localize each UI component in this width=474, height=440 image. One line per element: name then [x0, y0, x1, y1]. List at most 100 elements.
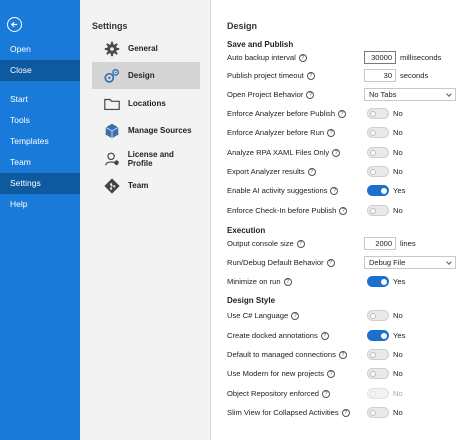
nav-tools[interactable]: Tools [0, 110, 80, 131]
nav-open[interactable]: Open [0, 39, 80, 60]
analyzer-run-toggle[interactable] [367, 127, 389, 138]
help-icon[interactable]: ? [322, 389, 331, 398]
category-general[interactable]: General [92, 35, 200, 62]
toggle-state: No [393, 148, 403, 157]
export-analyzer-toggle[interactable] [367, 166, 389, 177]
help-icon[interactable]: ? [330, 186, 339, 195]
gear-icon [102, 39, 122, 59]
category-label: Design [128, 71, 155, 80]
user-icon [102, 149, 122, 169]
help-icon[interactable]: ? [327, 369, 336, 378]
category-label: General [128, 44, 158, 53]
help-icon[interactable]: ? [320, 331, 329, 340]
row-label: Enforce Check-In before Publish [227, 206, 337, 215]
row-label: Publish project timeout [227, 71, 304, 80]
help-icon[interactable]: ? [341, 408, 350, 417]
toggle-state: No [393, 408, 403, 417]
settings-categories: Settings General Design Locations Manage… [80, 0, 211, 440]
row-label: Enable AI activity suggestions [227, 186, 328, 195]
minimize-toggle[interactable] [367, 276, 389, 287]
toggle-state: No [393, 167, 403, 176]
back-arrow-icon[interactable] [7, 17, 22, 32]
section-save-publish: Save and Publish [227, 40, 294, 49]
toggle-state: No [393, 389, 403, 398]
help-icon[interactable]: ? [338, 350, 347, 359]
toggle-state: No [393, 369, 403, 378]
docked-annotations-toggle[interactable] [367, 330, 389, 341]
row-minimize: Minimize on run? Yes [227, 276, 467, 290]
category-label: Team [128, 181, 149, 190]
help-icon[interactable]: ? [298, 53, 307, 62]
help-icon[interactable]: ? [306, 90, 315, 99]
row-label: Object Repository enforced [227, 389, 320, 398]
row-modern: Use Modern for new projects? No [227, 368, 467, 382]
nav-templates[interactable]: Templates [0, 131, 80, 152]
modern-toggle[interactable] [367, 368, 389, 379]
row-analyze-rpa: Analyze RPA XAML Files Only? No [227, 147, 467, 161]
help-icon[interactable]: ? [326, 258, 335, 267]
category-design[interactable]: Design [92, 62, 200, 89]
row-label: Export Analyzer results [227, 167, 305, 176]
row-open-behavior: Open Project Behavior? No Tabs [227, 88, 467, 103]
nav-help[interactable]: Help [0, 194, 80, 215]
category-locations[interactable]: Locations [92, 90, 200, 117]
toggle-state: Yes [393, 331, 406, 340]
settings-heading: Settings [92, 21, 128, 31]
csharp-toggle[interactable] [367, 310, 389, 321]
row-object-repository: Object Repository enforced? No [227, 388, 467, 402]
row-label: Run/Debug Default Behavior [227, 258, 324, 267]
row-publish-timeout: Publish project timeout? 30 seconds [227, 69, 467, 84]
page-title: Design [227, 21, 258, 31]
category-manage-sources[interactable]: Manage Sources [92, 117, 200, 144]
help-icon[interactable]: ? [283, 277, 292, 286]
row-label: Create docked annotations [227, 331, 318, 340]
row-managed-connections: Default to managed connections? No [227, 349, 467, 363]
open-behavior-select[interactable]: No Tabs [364, 88, 456, 101]
section-design-style: Design Style [227, 296, 276, 305]
row-label: Enforce Analyzer before Publish [227, 109, 336, 118]
chevron-down-icon [446, 259, 452, 265]
package-icon [102, 121, 122, 141]
category-license-profile[interactable]: License and Profile [92, 145, 200, 172]
help-icon[interactable]: ? [307, 167, 316, 176]
toggle-state: No [393, 206, 403, 215]
slim-view-toggle[interactable] [367, 407, 389, 418]
nav-team[interactable]: Team [0, 152, 80, 173]
managed-connections-toggle[interactable] [367, 349, 389, 360]
unit-label: seconds [400, 71, 429, 80]
category-team[interactable]: Team [92, 172, 200, 199]
publish-timeout-input[interactable]: 30 [364, 69, 396, 82]
toggle-state: No [393, 109, 403, 118]
toggle-state: Yes [393, 277, 406, 286]
toggle-state: No [393, 311, 403, 320]
help-icon[interactable]: ? [291, 311, 300, 320]
git-icon [102, 176, 122, 196]
row-label: Minimize on run [227, 277, 281, 286]
help-icon[interactable]: ? [306, 71, 315, 80]
backstage-nav: Open Close Start Tools Templates Team Se… [0, 0, 80, 440]
section-execution: Execution [227, 226, 266, 235]
help-icon[interactable]: ? [296, 239, 305, 248]
help-icon[interactable]: ? [332, 148, 341, 157]
analyzer-publish-toggle[interactable] [367, 108, 389, 119]
design-panel: Design Save and Publish Auto backup inte… [212, 0, 474, 440]
nav-start[interactable]: Start [0, 89, 80, 110]
auto-backup-input[interactable]: 30000 [364, 51, 396, 64]
nav-settings[interactable]: Settings [0, 173, 80, 194]
gears-icon [102, 66, 122, 86]
row-ai-suggestions: Enable AI activity suggestions? Yes [227, 185, 467, 199]
help-icon[interactable]: ? [338, 109, 347, 118]
row-label: Use C# Language [227, 311, 289, 320]
checkin-toggle[interactable] [367, 205, 389, 216]
console-size-input[interactable]: 2000 [364, 237, 396, 250]
nav-close[interactable]: Close [0, 60, 80, 81]
row-checkin: Enforce Check-In before Publish? No [227, 205, 467, 219]
help-icon[interactable]: ? [339, 206, 348, 215]
help-icon[interactable]: ? [327, 128, 336, 137]
analyze-rpa-toggle[interactable] [367, 147, 389, 158]
row-label: Use Modern for new projects [227, 369, 325, 378]
run-debug-select[interactable]: Debug File [364, 256, 456, 269]
toggle-state: No [393, 128, 403, 137]
ai-suggestions-toggle[interactable] [367, 185, 389, 196]
row-run-debug: Run/Debug Default Behavior? Debug File [227, 256, 467, 271]
